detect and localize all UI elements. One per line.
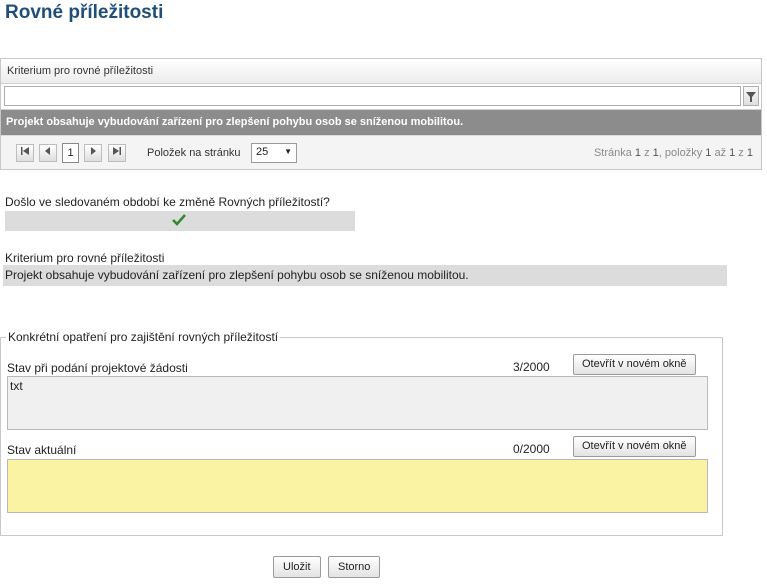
initial-state-open-button[interactable]: Otevřít v novém okně [573,354,696,375]
change-question-answer [5,211,355,231]
criterion-detail-label: Kriterium pro rovné příležitosti [5,251,165,265]
first-page-icon [21,147,29,155]
current-state-textarea[interactable] [7,459,708,513]
grid-column-header[interactable]: Kriterium pro rovné příležitosti [1,59,761,84]
current-state-open-button[interactable]: Otevřít v novém okně [573,436,696,457]
checkmark-icon [172,214,186,226]
criterion-detail-value: Projekt obsahuje vybudování zařízení pro… [3,265,727,286]
pager-info: Stránka 1 z 1, položky 1 až 1 z 1 [593,147,753,159]
page-title: Rovné příležitosti [5,2,164,23]
grid-filter-row [1,84,761,110]
change-question-label: Došlo ve sledovaném období ke změně Rovn… [5,195,330,209]
prev-page-icon [45,147,50,155]
filter-button[interactable] [743,86,759,106]
initial-state-label: Stav při podání projektové žádosti [7,361,188,375]
cancel-button[interactable]: Storno [328,556,381,578]
last-page-icon [113,147,121,155]
current-state-label: Stav aktuální [7,443,77,457]
next-page-icon [91,147,96,155]
current-page-field[interactable]: 1 [62,143,79,163]
first-page-button[interactable] [16,144,34,162]
items-per-page-label: Položek na stránku [147,147,241,159]
filter-input[interactable] [4,86,741,106]
chevron-down-icon: ▼ [284,147,292,156]
measures-fieldset: Konkrétní opatření pro zajištění rovných… [0,330,723,536]
save-button[interactable]: Uložit [273,556,321,578]
table-row[interactable]: Projekt obsahuje vybudování zařízení pro… [1,110,761,135]
filter-icon [746,92,756,102]
measures-legend: Konkrétní opatření pro zajištění rovných… [6,330,281,344]
initial-state-counter: 3/2000 [513,360,550,374]
last-page-button[interactable] [108,144,126,162]
criteria-grid: Kriterium pro rovné příležitosti Projekt… [0,58,762,170]
grid-pager: 1 Položek na stránku 25 ▼ Stránka 1 z 1,… [1,135,761,169]
prev-page-button[interactable] [39,144,57,162]
items-per-page-select[interactable]: 25 ▼ [251,143,297,163]
next-page-button[interactable] [84,144,102,162]
items-per-page-value: 25 [256,146,269,158]
initial-state-textarea[interactable] [7,376,708,430]
current-state-counter: 0/2000 [513,442,550,456]
